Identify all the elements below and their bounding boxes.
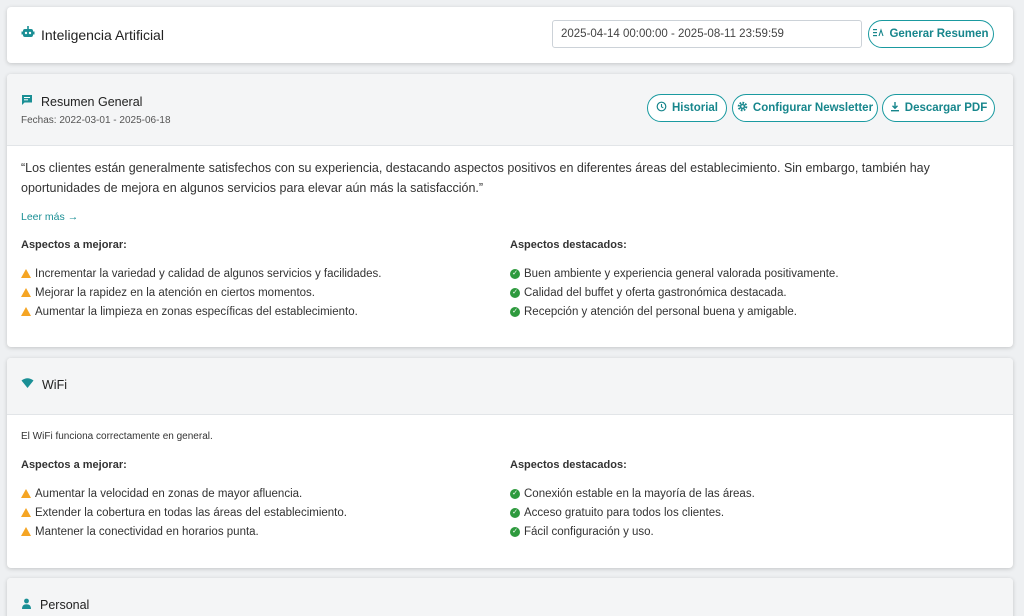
wifi-icon — [21, 378, 34, 392]
summary-improve-list: Incrementar la variedad y calidad de alg… — [21, 264, 381, 321]
history-icon — [656, 101, 667, 115]
download-pdf-label: Descargar PDF — [904, 102, 988, 114]
list-item: Mejorar la rapidez en la atención en cie… — [21, 283, 381, 302]
wifi-title: WiFi — [42, 378, 67, 392]
generate-summary-button[interactable]: Generar Resumen — [868, 20, 994, 48]
summary-title-group: Resumen General — [21, 94, 142, 109]
list-item: Mantener la conectividad en horarios pun… — [21, 522, 347, 541]
summary-title: Resumen General — [41, 94, 143, 109]
read-more-label: Leer más — [21, 211, 65, 223]
download-pdf-button[interactable]: Descargar PDF — [882, 94, 995, 122]
warning-icon — [21, 489, 31, 498]
generate-summary-label: Generar Resumen — [889, 28, 989, 40]
wifi-card: WiFi El WiFi funciona correctamente en g… — [7, 358, 1013, 568]
check-circle-icon: ✓ — [510, 526, 520, 537]
summary-highlights-list: ✓ Buen ambiente y experiencia general val… — [510, 264, 839, 321]
gear-icon — [737, 101, 748, 115]
configure-newsletter-button[interactable]: Configurar Newsletter — [732, 94, 878, 122]
download-icon — [890, 101, 900, 115]
list-item: ✓ Fácil configuración y uso. — [510, 522, 755, 541]
arrow-right-icon: → — [67, 211, 79, 223]
check-circle-icon: ✓ — [510, 488, 520, 499]
wifi-title-group: WiFi — [21, 378, 67, 392]
check-circle-icon: ✓ — [510, 287, 520, 298]
list-item: ✓ Calidad del buffet y oferta gastronómic… — [510, 283, 839, 302]
check-circle-icon: ✓ — [510, 306, 520, 317]
read-more-link[interactable]: Leer más → — [21, 211, 78, 223]
check-circle-icon: ✓ — [510, 268, 520, 279]
configure-newsletter-label: Configurar Newsletter — [752, 102, 874, 114]
summary-improve-title: Aspectos a mejorar: — [21, 239, 127, 251]
warning-icon — [21, 269, 31, 278]
list-item: Extender la cobertura en todas las áreas… — [21, 503, 347, 522]
warning-icon — [21, 527, 31, 536]
list-item: ✓ Buen ambiente y experiencia general val… — [510, 264, 839, 283]
personal-title-group: Personal — [21, 598, 89, 612]
history-label: Historial — [671, 102, 718, 114]
wifi-highlights-list: ✓ Conexión estable en la mayoría de las á… — [510, 484, 755, 541]
header-card: Inteligencia Artificial 2025-04-14 00:00… — [7, 7, 1013, 63]
wifi-card-header[interactable]: WiFi — [7, 358, 1013, 415]
summary-dates: Fechas: 2022-03-01 - 2025-06-18 — [21, 115, 171, 126]
list-item: Incrementar la variedad y calidad de alg… — [21, 264, 381, 283]
chat-icon — [21, 94, 33, 109]
wifi-highlights-title: Aspectos destacados: — [510, 459, 627, 471]
sort-icon — [873, 28, 884, 40]
summary-highlights-title: Aspectos destacados: — [510, 239, 627, 251]
list-item: ✓ Recepción y atención del personal buena… — [510, 302, 839, 321]
summary-card-header: Resumen General Fechas: 2022-03-01 - 202… — [7, 74, 1013, 146]
header-title-group: Inteligencia Artificial — [21, 25, 164, 44]
robot-icon — [21, 25, 35, 44]
list-item: Aumentar la limpieza en zonas específica… — [21, 302, 381, 321]
history-button[interactable]: Historial — [647, 94, 727, 122]
wifi-improve-title: Aspectos a mejorar: — [21, 459, 127, 471]
personal-title: Personal — [40, 598, 90, 612]
person-icon — [21, 598, 32, 612]
summary-card: Resumen General Fechas: 2022-03-01 - 202… — [7, 74, 1013, 347]
list-item: ✓ Conexión estable en la mayoría de las á… — [510, 484, 755, 503]
date-range-input[interactable]: 2025-04-14 00:00:00 - 2025-08-11 23:59:5… — [552, 20, 862, 48]
warning-icon — [21, 307, 31, 316]
personal-card: Personal — [7, 578, 1013, 616]
check-circle-icon: ✓ — [510, 507, 520, 518]
wifi-description: El WiFi funciona correctamente en genera… — [21, 431, 213, 442]
wifi-improve-list: Aumentar la velocidad en zonas de mayor … — [21, 484, 347, 541]
list-item: Aumentar la velocidad en zonas de mayor … — [21, 484, 347, 503]
page-title: Inteligencia Artificial — [41, 26, 164, 43]
warning-icon — [21, 288, 31, 297]
personal-card-header[interactable]: Personal — [7, 578, 1013, 616]
warning-icon — [21, 508, 31, 517]
summary-quote: “Los clientes están generalmente satisfe… — [21, 161, 930, 195]
list-item: ✓ Acceso gratuito para todos los clientes… — [510, 503, 755, 522]
